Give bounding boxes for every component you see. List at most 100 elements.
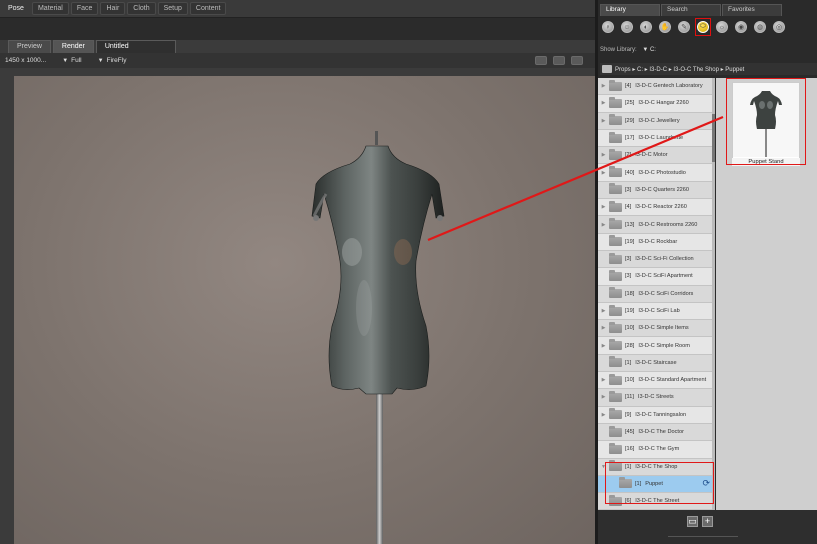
- tree-row-label: I3-D-C Streets: [637, 394, 674, 401]
- tree-scrollbar[interactable]: [712, 78, 715, 510]
- tab-untitled[interactable]: Untitled: [95, 40, 176, 53]
- render-quality-dropdown[interactable]: ▼ Full: [62, 57, 81, 64]
- tab-material[interactable]: Material: [31, 2, 69, 15]
- tree-row[interactable]: [3] I3-D-C Quarters 2260: [598, 181, 714, 200]
- tree-row[interactable]: ▶ [19] I3-D-C SciFi Lab: [598, 302, 714, 321]
- chevron-right-icon[interactable]: ▶: [598, 394, 609, 400]
- tree-row[interactable]: [17] I3-D-C Laundrette: [598, 129, 714, 148]
- tree-row[interactable]: [6] I3-D-C The Street: [598, 493, 714, 510]
- add-folder-button[interactable]: ▭: [687, 516, 698, 527]
- tree-row[interactable]: ▶ [4] I3-D-C Gentech Laboratory: [598, 78, 714, 96]
- materials-icon: ◍: [754, 21, 766, 33]
- tree-row[interactable]: ▶ [40] I3-D-C Photostudio: [598, 164, 714, 182]
- category-hands-button[interactable]: ✎: [676, 18, 692, 36]
- tree-row[interactable]: [3] I3-D-C Sci-Fi Collection: [598, 250, 714, 269]
- tab-favorites[interactable]: Favorites: [722, 4, 782, 16]
- category-expressions-button[interactable]: ◐: [638, 18, 654, 36]
- show-library-selector[interactable]: Show Library: ▼ C:: [600, 47, 656, 53]
- chevron-right-icon[interactable]: ▶: [598, 343, 609, 349]
- category-poses-button[interactable]: ☺: [619, 18, 635, 36]
- scrollbar-thumb[interactable]: [712, 114, 715, 162]
- tree-row[interactable]: [45] I3-D-C The Doctor: [598, 423, 714, 442]
- folder-icon: [609, 166, 622, 178]
- hands-icon: ✎: [678, 21, 690, 33]
- renderer-dropdown[interactable]: ▼ FireFly: [98, 57, 127, 64]
- folder-icon: [609, 356, 622, 368]
- tree-row[interactable]: [1] Puppet ⟳: [598, 475, 714, 494]
- save-render-icon[interactable]: [535, 56, 547, 65]
- tab-hair[interactable]: Hair: [100, 2, 126, 15]
- export-icon[interactable]: [571, 56, 583, 65]
- folder-icon: [609, 235, 622, 247]
- tab-library[interactable]: Library: [600, 4, 660, 16]
- tree-row[interactable]: [19] I3-D-C Rockbar: [598, 233, 714, 251]
- category-lights-button[interactable]: ☼: [714, 18, 730, 36]
- tree-row[interactable]: ▶ [28] I3-D-C Simple Room: [598, 337, 714, 355]
- tree-row-label: I3-D-C Photostudio: [638, 169, 686, 176]
- tab-render[interactable]: Render: [52, 40, 94, 53]
- chevron-right-icon[interactable]: ▶: [598, 377, 609, 383]
- chevron-down-icon[interactable]: ▼: [598, 464, 609, 470]
- puppet-stand-thumbnail[interactable]: [732, 82, 800, 162]
- tab-pose[interactable]: Pose: [2, 2, 30, 15]
- chevron-right-icon[interactable]: ▶: [598, 308, 609, 314]
- tab-search[interactable]: Search: [661, 4, 721, 16]
- library-panel: Library Search Favorites ♀ ☺ ◐ ✋ ✎ ⬭ ☼ ◉ ◍ ◎ Show…: [595, 0, 817, 544]
- show-library-label: Show Library:: [600, 47, 637, 53]
- tree-row[interactable]: [1] I3-D-C Staircase: [598, 354, 714, 373]
- chevron-right-icon[interactable]: ▶: [598, 152, 609, 158]
- category-scenes-button[interactable]: ◎: [771, 18, 787, 36]
- render-resolution[interactable]: 1450 x 1000...: [5, 57, 46, 64]
- stand-top-pin: [375, 131, 378, 145]
- tab-preview[interactable]: Preview: [8, 40, 51, 53]
- render-settings-icon[interactable]: [553, 56, 565, 65]
- category-props-button[interactable]: ⬭: [695, 18, 711, 36]
- tree-row[interactable]: [3] I3-D-C SciFi Apartment: [598, 268, 714, 286]
- props-icon: ⬭: [697, 21, 709, 33]
- render-quality-label: Full: [71, 57, 82, 64]
- render-canvas[interactable]: [14, 76, 595, 544]
- viewport-tool-icons: [535, 56, 583, 65]
- tree-row-count: [16]: [625, 446, 635, 453]
- chevron-right-icon[interactable]: ▶: [598, 222, 609, 228]
- tree-row[interactable]: ▶ [4] I3-D-C Reactor 2260: [598, 199, 714, 217]
- folder-icon: [609, 321, 622, 333]
- arm-cap-left: [313, 215, 319, 221]
- show-library-value: C:: [649, 47, 656, 53]
- category-figures-button[interactable]: ♀: [600, 18, 616, 36]
- tab-face[interactable]: Face: [70, 2, 99, 15]
- tab-setup[interactable]: Setup: [157, 2, 188, 15]
- chevron-right-icon[interactable]: ▶: [598, 170, 609, 176]
- tree-row[interactable]: ▶ [29] I3-D-C Jewellery: [598, 112, 714, 130]
- tree-row[interactable]: ▶ [10] I3-D-C Standard Apartment: [598, 372, 714, 390]
- tree-row[interactable]: [16] I3-D-C The Gym: [598, 441, 714, 459]
- tab-content[interactable]: Content: [189, 2, 227, 15]
- tree-row-count: [1]: [625, 463, 632, 470]
- tree-row[interactable]: ▶ [2] I3-D-C Motor: [598, 147, 714, 165]
- tree-row-label: I3-D-C The Gym: [638, 446, 680, 453]
- tree-row[interactable]: ▶ [13] I3-D-C Restrooms 2260: [598, 216, 714, 234]
- chevron-right-icon[interactable]: ▶: [598, 118, 609, 124]
- chevron-right-icon[interactable]: ▶: [598, 204, 609, 210]
- chevron-right-icon[interactable]: ▶: [598, 83, 609, 89]
- figures-icon: ♀: [602, 21, 614, 33]
- category-cameras-button[interactable]: ◉: [733, 18, 749, 36]
- chevron-right-icon[interactable]: ▶: [598, 100, 609, 106]
- tree-row[interactable]: ▶ [10] I3-D-C Simple Items: [598, 320, 714, 338]
- add-item-button[interactable]: +: [702, 516, 713, 527]
- tree-row[interactable]: ▶ [25] I3-D-C Hangar 2260: [598, 95, 714, 113]
- chevron-right-icon[interactable]: ▶: [598, 325, 609, 331]
- refresh-icon[interactable]: ⟳: [702, 478, 710, 489]
- tree-row-label: I3-D-C Rockbar: [638, 238, 678, 245]
- tree-row-label: I3-D-C Quarters 2260: [635, 186, 690, 193]
- tab-cloth[interactable]: Cloth: [127, 2, 156, 15]
- folder-icon: [609, 79, 622, 91]
- tree-row[interactable]: ▶ [11] I3-D-C Streets: [598, 389, 714, 407]
- category-hair-button[interactable]: ✋: [657, 18, 673, 36]
- category-materials-button[interactable]: ◍: [752, 18, 768, 36]
- tree-row[interactable]: ▶ [9] I3-D-C Tanningsalon: [598, 406, 714, 424]
- chevron-right-icon[interactable]: ▶: [598, 412, 609, 418]
- tree-row-count: [10]: [625, 377, 635, 384]
- tree-row[interactable]: [18] I3-D-C SciFi Corridors: [598, 285, 714, 303]
- tree-row[interactable]: ▼ [1] I3-D-C The Shop: [598, 458, 714, 476]
